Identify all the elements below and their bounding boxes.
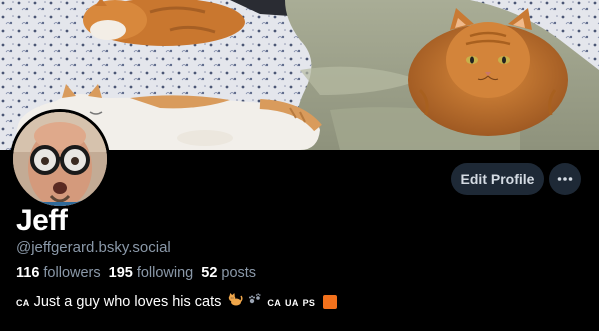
edit-profile-button[interactable]: Edit Profile — [451, 163, 544, 195]
followers-label: followers — [43, 265, 101, 281]
posts-label: posts — [221, 265, 257, 281]
followers-stat[interactable]: 116 followers — [16, 263, 101, 283]
avatar[interactable] — [10, 109, 110, 209]
flag-ua: UA — [285, 298, 299, 308]
cat-emoji-icon — [227, 291, 243, 313]
profile-page: Edit Profile Jeff @jeffgerard.bsky.socia… — [0, 0, 599, 331]
display-name: Jeff — [16, 204, 68, 237]
more-options-button[interactable] — [549, 163, 581, 195]
flag-ca: CA — [267, 298, 282, 308]
flag-ca-prefix: CA — [16, 298, 30, 308]
bio-text: Just a guy who loves his cats — [33, 294, 222, 310]
following-stat[interactable]: 195 following — [109, 263, 194, 283]
profile-handle: @jeffgerard.bsky.social — [16, 239, 171, 256]
profile-stats: 116 followers 195 following 52 posts — [16, 263, 264, 283]
followers-count: 116 — [16, 265, 40, 281]
posts-stat: 52 posts — [201, 263, 256, 283]
following-count: 195 — [108, 265, 133, 281]
profile-bio: CA Just a guy who loves his cats CA UA P… — [16, 291, 338, 313]
following-label: following — [136, 265, 194, 281]
ellipsis-icon — [557, 177, 573, 181]
posts-count: 52 — [201, 265, 218, 281]
orange-square-icon — [323, 295, 338, 309]
flag-ps: PS — [302, 298, 316, 308]
paw-prints-icon — [247, 291, 263, 313]
